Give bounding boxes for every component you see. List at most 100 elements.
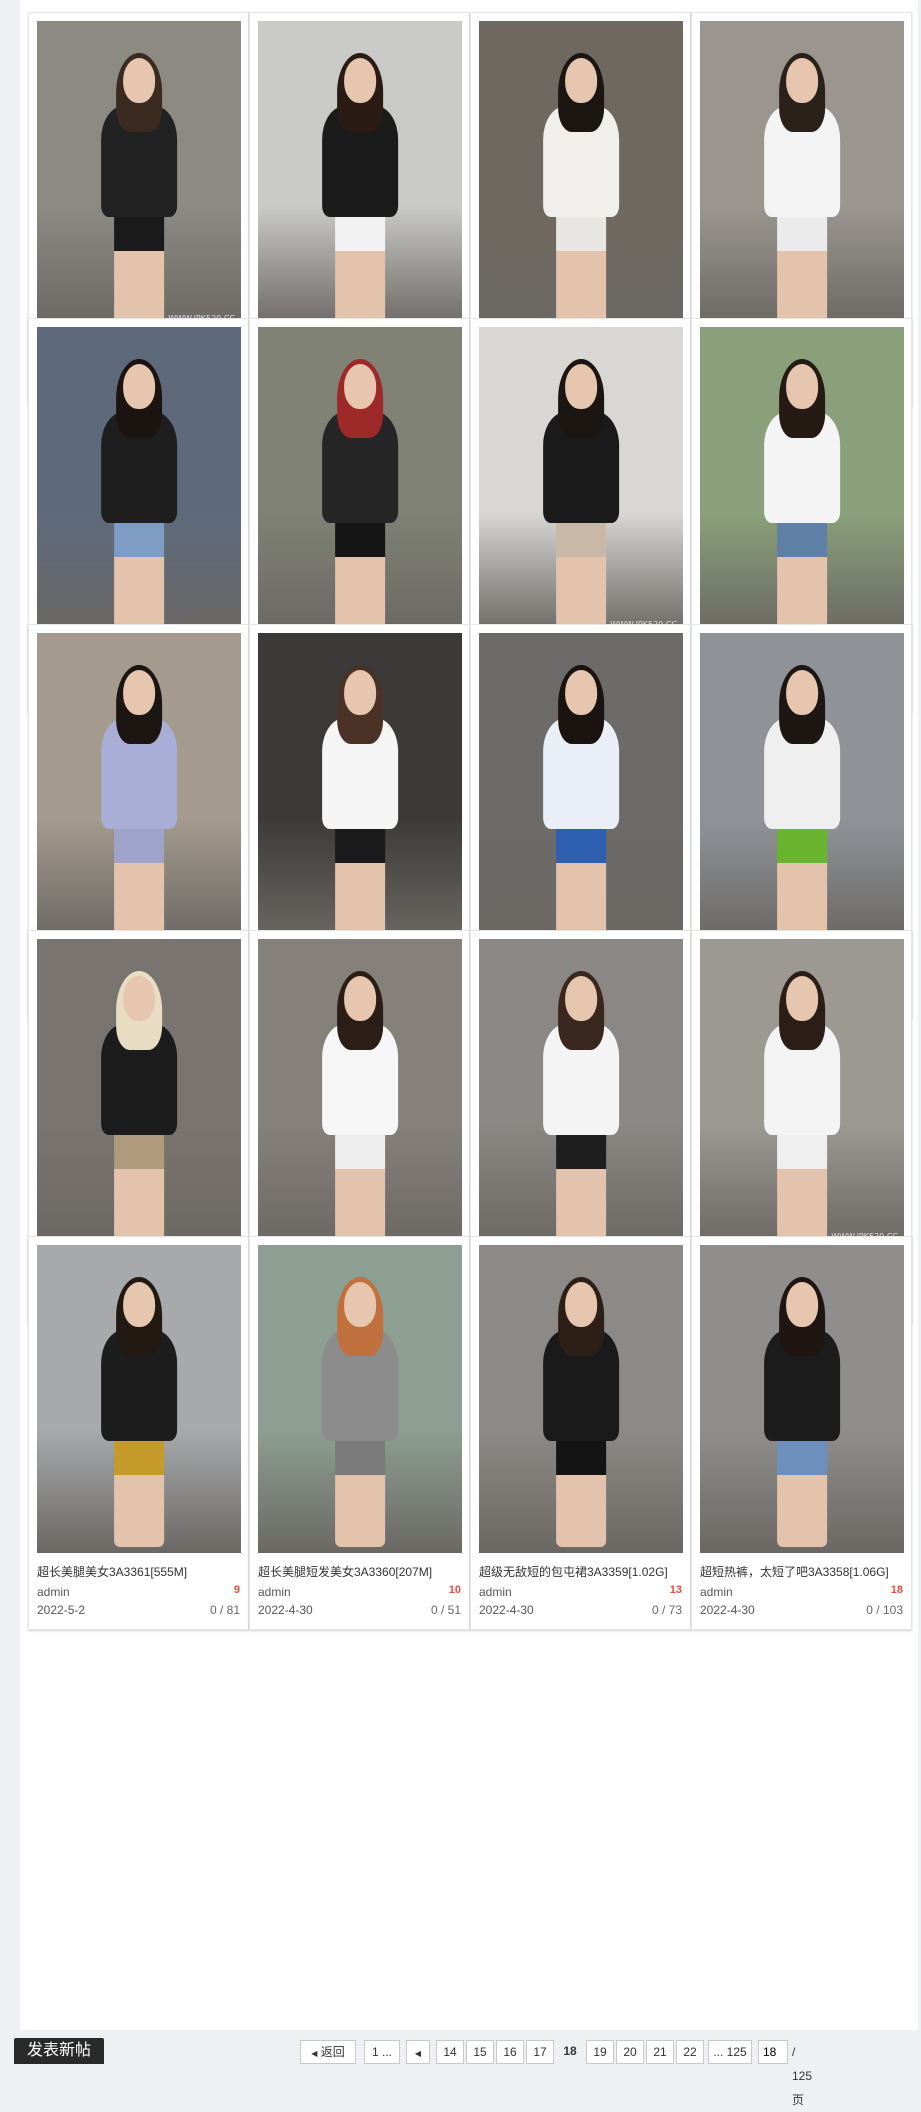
page-link-17[interactable]: 17 xyxy=(526,2040,554,2064)
page-link-14[interactable]: 14 xyxy=(436,2040,464,2064)
thread-thumbnail[interactable]: WWW.JPK520.CC xyxy=(479,327,683,635)
thread-thumbnail[interactable]: WWW.JPK520.CC xyxy=(37,21,241,329)
reply-count: 9 xyxy=(233,1584,240,1596)
photo-face xyxy=(343,1281,377,1327)
page-jump-input[interactable] xyxy=(758,2040,788,2064)
thread-thumbnail[interactable] xyxy=(258,1245,462,1553)
photo-face xyxy=(785,975,819,1021)
photo-face xyxy=(122,669,156,715)
thread-title[interactable]: 超长美腿短发美女3A3360[207M] xyxy=(258,1563,464,1580)
photo-face xyxy=(122,1281,156,1327)
page-link-15[interactable]: 15 xyxy=(466,2040,494,2064)
photo-figure xyxy=(757,1276,847,1547)
thread-thumbnail[interactable] xyxy=(479,21,683,329)
photo-legs xyxy=(113,1435,165,1547)
view-stats: 0 / 103 xyxy=(866,1603,903,1617)
thread-thumbnail[interactable] xyxy=(700,21,904,329)
thread-thumbnail[interactable] xyxy=(479,633,683,941)
thread-title[interactable]: 超级无敌短的包屯裙3A3359[1.02G] xyxy=(479,1563,685,1580)
photo-legs xyxy=(334,823,386,935)
post-new-thread-button[interactable]: 发表新帖 xyxy=(14,2038,104,2064)
photo-figure xyxy=(757,664,847,935)
page-link-20[interactable]: 20 xyxy=(616,2040,644,2064)
photo-legs xyxy=(555,517,607,629)
photo-face xyxy=(122,363,156,409)
thread-author[interactable]: admin xyxy=(37,1585,70,1599)
thread-card[interactable]: 超长美腿短发美女3A3360[207M] admin 10 2022-4-30 0 / … xyxy=(249,1236,470,1630)
photo-legs xyxy=(776,517,828,629)
page-current: 18 xyxy=(563,2044,577,2058)
thread-thumbnail[interactable]: WWW.JPK520.CC xyxy=(700,939,904,1247)
photo-figure xyxy=(315,970,405,1241)
thread-thumbnail[interactable] xyxy=(479,1245,683,1553)
thread-card[interactable]: 超短热裤，太短了吧3A3358[1.06G] admin 18 2022-4-30 0 … xyxy=(691,1236,912,1630)
back-button[interactable]: ◀ 返回 xyxy=(300,2040,356,2064)
thread-card[interactable]: 超长美腿美女3A3361[555M] admin 9 2022-5-2 0 / 81 xyxy=(28,1236,249,1630)
thread-thumbnail[interactable] xyxy=(700,633,904,941)
photo-face xyxy=(785,57,819,103)
photo-figure xyxy=(94,664,184,935)
photo-figure xyxy=(536,52,626,323)
page-link-22[interactable]: 22 xyxy=(676,2040,704,2064)
photo-legs xyxy=(334,1435,386,1547)
thread-thumbnail[interactable] xyxy=(37,633,241,941)
photo-face xyxy=(343,975,377,1021)
thread-thumbnail[interactable] xyxy=(258,939,462,1247)
photo-legs xyxy=(776,1129,828,1241)
thread-author[interactable]: admin xyxy=(700,1585,733,1599)
photo-legs xyxy=(113,1129,165,1241)
photo-legs xyxy=(113,211,165,323)
photo-legs xyxy=(113,517,165,629)
photo-figure xyxy=(757,970,847,1241)
back-label: 返回 xyxy=(320,2045,345,2059)
chevron-left-icon: ◀ xyxy=(414,2049,422,2058)
photo-face xyxy=(343,57,377,103)
thread-thumbnail[interactable] xyxy=(479,939,683,1247)
view-stats: 0 / 73 xyxy=(651,1603,682,1617)
photo-figure xyxy=(757,358,847,629)
photo-face xyxy=(343,363,377,409)
thread-title[interactable]: 超长美腿美女3A3361[555M] xyxy=(37,1563,243,1580)
thread-thumbnail[interactable] xyxy=(258,21,462,329)
photo-figure xyxy=(315,1276,405,1547)
thread-card[interactable]: 超级无敌短的包屯裙3A3359[1.02G] admin 13 2022-4-30 0 … xyxy=(470,1236,691,1630)
post-date: 2022-4-30 xyxy=(258,1603,313,1617)
post-date: 2022-4-30 xyxy=(700,1603,755,1617)
view-stats: 0 / 51 xyxy=(430,1603,461,1617)
thread-author[interactable]: admin xyxy=(258,1585,291,1599)
page-link-19[interactable]: 19 xyxy=(586,2040,614,2064)
photo-legs xyxy=(776,1435,828,1547)
page-link-21[interactable]: 21 xyxy=(646,2040,674,2064)
photo-face xyxy=(785,363,819,409)
photo-legs xyxy=(555,1435,607,1547)
photo-figure xyxy=(94,1276,184,1547)
thread-thumbnail[interactable] xyxy=(700,327,904,635)
photo-face xyxy=(122,57,156,103)
photo-face xyxy=(785,1281,819,1327)
reply-count: 10 xyxy=(448,1584,461,1596)
reply-count: 18 xyxy=(890,1584,903,1596)
prev-page-button[interactable]: ◀ xyxy=(406,2040,430,2064)
photo-figure xyxy=(315,664,405,935)
thread-thumbnail[interactable] xyxy=(37,1245,241,1553)
photo-figure xyxy=(94,52,184,323)
thread-author[interactable]: admin xyxy=(479,1585,512,1599)
footer-bar: 发表新帖 ◀ 返回 1 ... ◀ 14 15 16 17 18 19 20 21 22... 125… xyxy=(0,2030,921,2107)
thread-grid: WWW.JPK520.CC大白腿女友3A3377[272M]admin13202… xyxy=(20,0,918,2030)
thread-thumbnail[interactable] xyxy=(37,939,241,1247)
view-stats: 0 / 81 xyxy=(209,1603,240,1617)
photo-figure xyxy=(757,52,847,323)
page-last-link[interactable]: ... 125 xyxy=(708,2040,752,2064)
page-link-16[interactable]: 16 xyxy=(496,2040,524,2064)
thread-thumbnail[interactable] xyxy=(258,633,462,941)
thread-title[interactable]: 超短热裤，太短了吧3A3358[1.06G] xyxy=(700,1563,906,1580)
thread-thumbnail[interactable] xyxy=(37,327,241,635)
thread-thumbnail[interactable] xyxy=(700,1245,904,1553)
photo-legs xyxy=(776,211,828,323)
thread-thumbnail[interactable] xyxy=(258,327,462,635)
page-first-link[interactable]: 1 ... xyxy=(364,2040,400,2064)
photo-legs xyxy=(334,211,386,323)
photo-figure xyxy=(536,664,626,935)
photo-figure xyxy=(315,52,405,323)
photo-figure xyxy=(94,358,184,629)
